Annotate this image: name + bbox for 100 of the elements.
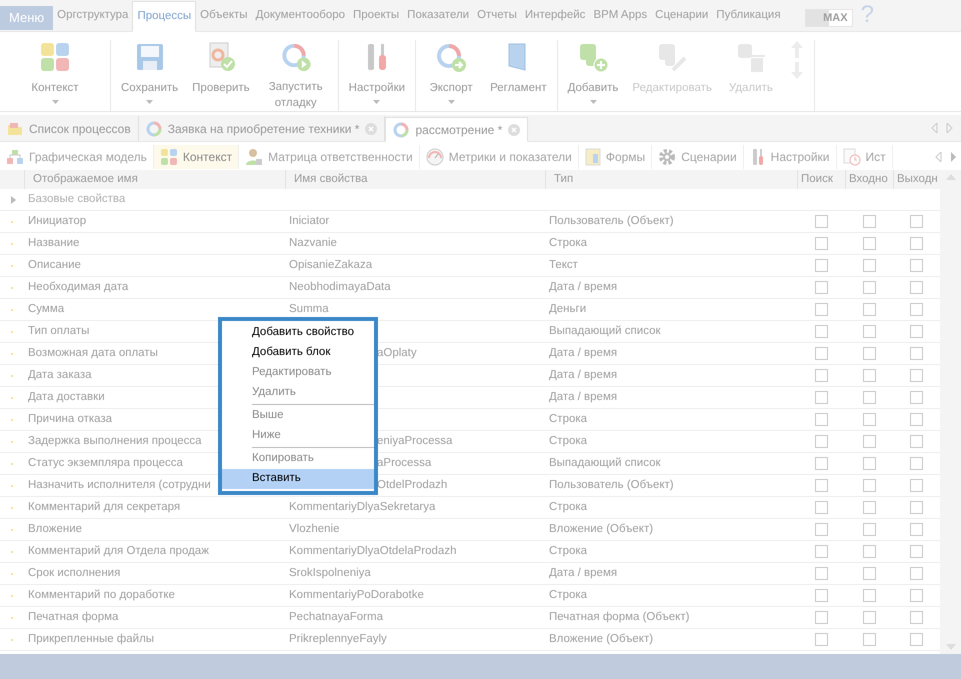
column-header[interactable]: Входно <box>845 170 893 189</box>
checkbox[interactable] <box>910 457 923 470</box>
checkbox[interactable] <box>910 435 923 448</box>
view-tab[interactable]: Матрица ответственности <box>239 145 420 169</box>
checkbox[interactable] <box>814 347 828 360</box>
checkbox[interactable] <box>862 611 876 624</box>
top-tab[interactable]: Оргструктура <box>53 0 132 31</box>
ribbon-button[interactable]: Регламент <box>484 40 553 111</box>
mode-badge[interactable]: MAX <box>804 9 853 27</box>
view-tab[interactable]: Настройки <box>744 145 836 169</box>
checkbox[interactable] <box>910 347 923 360</box>
checkbox[interactable] <box>910 567 923 580</box>
column-header[interactable]: Имя свойства <box>285 170 545 189</box>
checkbox[interactable] <box>862 567 876 580</box>
column-header[interactable]: Поиск <box>797 170 845 189</box>
checkbox[interactable] <box>862 237 876 250</box>
checkbox[interactable] <box>910 215 923 228</box>
checkbox[interactable] <box>862 215 876 228</box>
checkbox[interactable] <box>814 523 828 536</box>
checkbox[interactable] <box>862 281 876 294</box>
checkbox[interactable] <box>910 303 923 316</box>
checkbox[interactable] <box>910 589 923 602</box>
checkbox[interactable] <box>862 501 876 514</box>
checkbox[interactable] <box>814 479 828 492</box>
view-tab[interactable]: Ист <box>836 145 893 169</box>
checkbox[interactable] <box>862 589 876 602</box>
checkbox[interactable] <box>910 391 923 404</box>
ribbon-button[interactable]: Сохранить <box>115 40 184 111</box>
view-tab[interactable]: Контекст <box>154 145 240 169</box>
checkbox[interactable] <box>910 369 923 382</box>
checkbox[interactable] <box>910 501 923 514</box>
scrollbar[interactable] <box>940 170 961 654</box>
checkbox[interactable] <box>814 325 828 338</box>
checkbox[interactable] <box>862 369 876 382</box>
top-tab[interactable]: Процессы <box>132 1 196 32</box>
view-tab[interactable]: Метрики и показатели <box>420 145 579 169</box>
checkbox[interactable] <box>814 413 828 426</box>
top-tab[interactable]: Сценарии <box>651 0 712 31</box>
checkbox[interactable] <box>862 457 876 470</box>
checkbox[interactable] <box>814 545 828 558</box>
menu-item[interactable]: Добавить блок <box>222 343 374 363</box>
checkbox[interactable] <box>862 391 876 404</box>
checkbox[interactable] <box>814 237 828 250</box>
column-header[interactable]: Отображаемое имя <box>24 170 285 189</box>
checkbox[interactable] <box>910 523 923 536</box>
checkbox[interactable] <box>814 611 828 624</box>
checkbox[interactable] <box>910 237 923 250</box>
close-icon[interactable] <box>365 122 378 134</box>
checkbox[interactable] <box>814 259 828 272</box>
checkbox[interactable] <box>862 435 876 448</box>
checkbox[interactable] <box>862 325 876 338</box>
view-tab[interactable]: Формы <box>578 145 652 169</box>
checkbox[interactable] <box>814 391 828 404</box>
checkbox[interactable] <box>814 589 828 602</box>
ribbon-button[interactable]: Контекст <box>4 40 106 111</box>
close-icon[interactable] <box>508 124 520 136</box>
checkbox[interactable] <box>910 281 923 294</box>
scroll-tabs-icon[interactable] <box>931 123 953 133</box>
ribbon-button[interactable]: Экспорт <box>420 40 482 111</box>
checkbox[interactable] <box>910 611 923 624</box>
top-tab[interactable]: BPM Apps <box>589 0 652 31</box>
top-tab[interactable]: Отчеты <box>473 0 521 31</box>
menu-button[interactable]: Меню <box>0 6 54 30</box>
checkbox[interactable] <box>910 413 923 426</box>
checkbox[interactable] <box>814 501 828 514</box>
menu-item[interactable]: Вставить <box>222 469 374 489</box>
ribbon-button[interactable]: Запустить отладку <box>258 40 334 111</box>
top-tab[interactable]: Интерфейс <box>520 0 590 31</box>
checkbox[interactable] <box>814 369 828 382</box>
checkbox[interactable] <box>814 457 828 470</box>
top-tab[interactable]: Проекты <box>349 0 404 31</box>
checkbox[interactable] <box>862 303 876 316</box>
ribbon-button[interactable]: Добавить <box>562 40 624 111</box>
checkbox[interactable] <box>862 413 876 426</box>
top-tab[interactable]: Публикация <box>712 0 785 31</box>
checkbox[interactable] <box>910 259 923 272</box>
column-header[interactable]: Тип <box>545 170 797 189</box>
view-tab[interactable]: Графическая модель <box>0 145 154 169</box>
help-icon[interactable]: ? <box>860 1 874 29</box>
checkbox[interactable] <box>910 633 923 646</box>
menu-item[interactable]: Добавить свойство <box>222 323 374 343</box>
checkbox[interactable] <box>814 435 828 448</box>
checkbox[interactable] <box>910 325 923 338</box>
checkbox[interactable] <box>910 479 923 492</box>
checkbox[interactable] <box>814 303 828 316</box>
checkbox[interactable] <box>862 479 876 492</box>
checkbox[interactable] <box>862 523 876 536</box>
view-tab[interactable]: Сценарии <box>652 145 744 169</box>
top-tab[interactable]: Объекты <box>196 0 252 31</box>
checkbox[interactable] <box>910 545 923 558</box>
checkbox[interactable] <box>862 259 876 272</box>
ribbon-button[interactable]: Проверить <box>186 40 256 111</box>
checkbox[interactable] <box>814 633 828 646</box>
checkbox[interactable] <box>862 347 876 360</box>
document-tab[interactable]: Заявка на приобретение техники * <box>138 116 386 141</box>
checkbox[interactable] <box>814 281 828 294</box>
top-tab[interactable]: Документооборо <box>252 0 350 31</box>
checkbox[interactable] <box>814 215 828 228</box>
ribbon-button[interactable]: Настройки <box>342 40 412 111</box>
checkbox[interactable] <box>862 633 876 646</box>
